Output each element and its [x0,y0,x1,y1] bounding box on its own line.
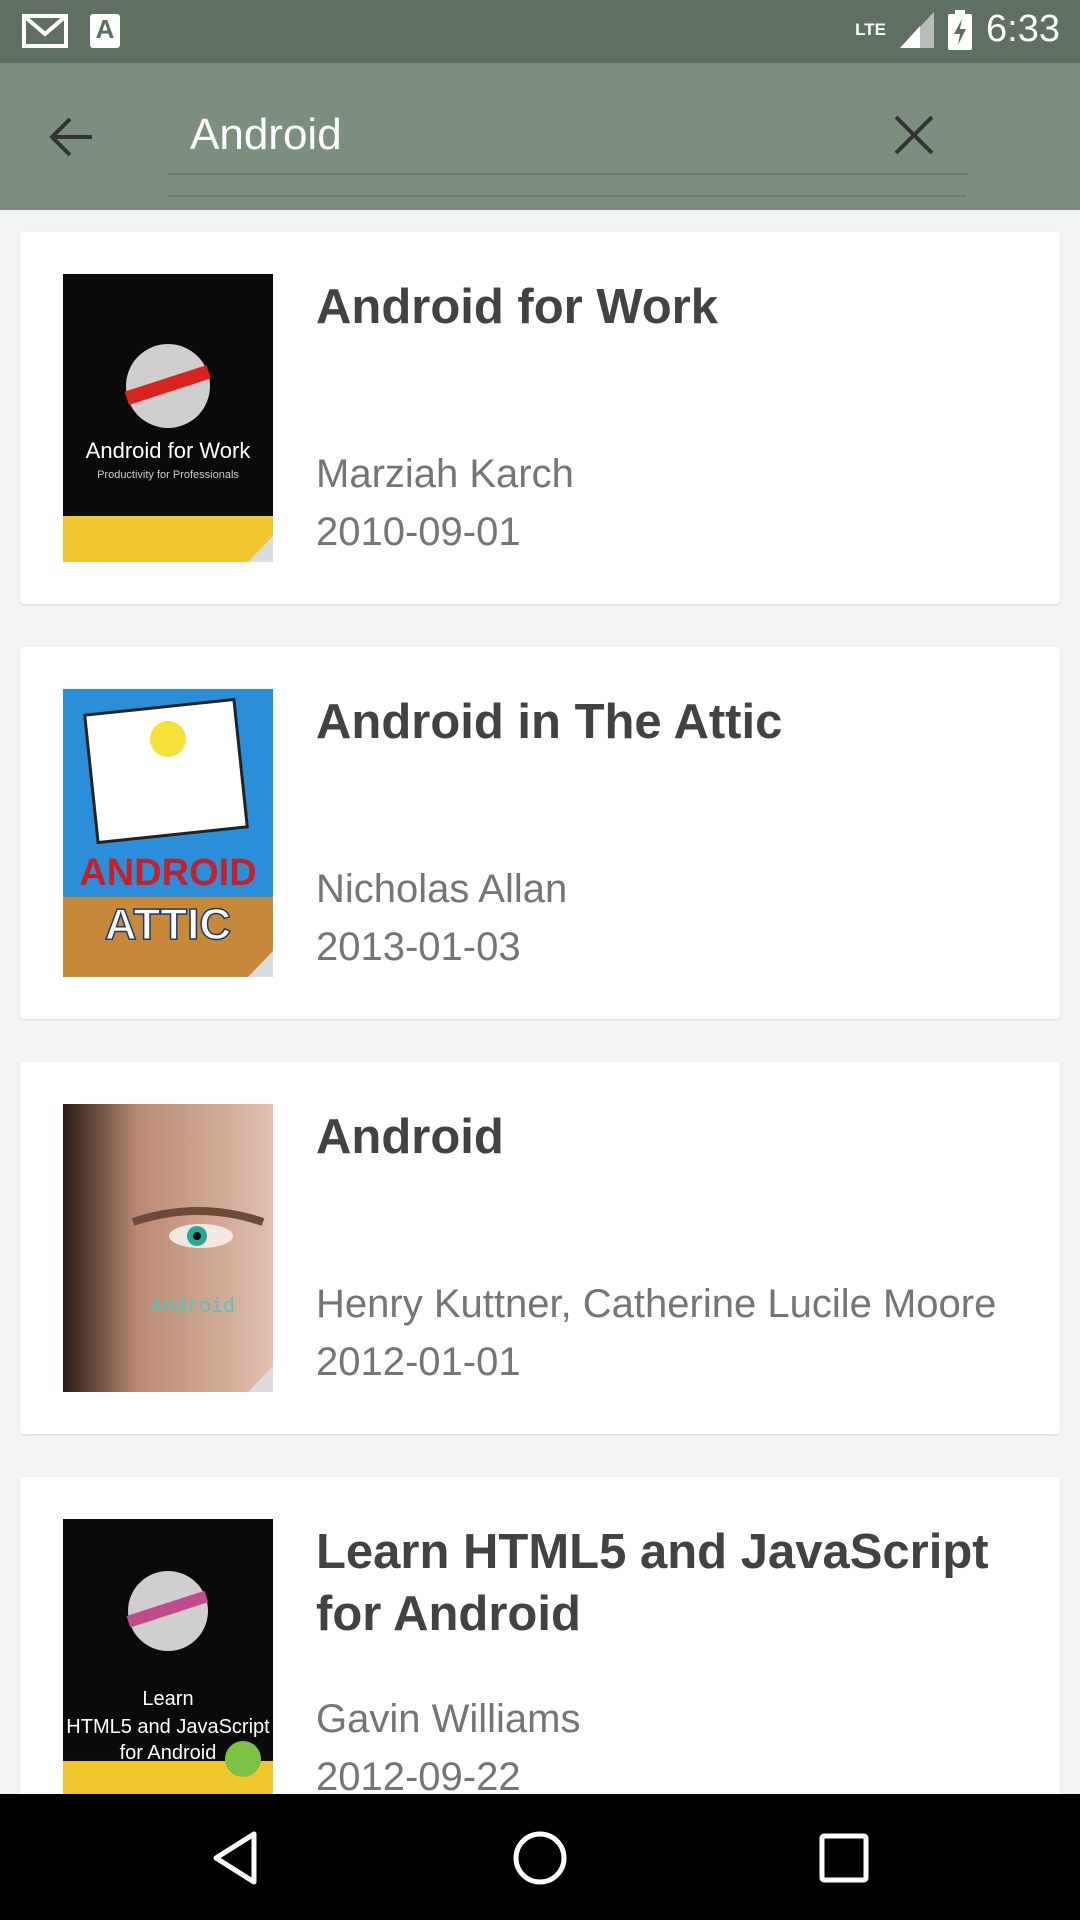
signal-icon [900,11,935,48]
status-bar: A LTE 6:33 [0,0,1080,63]
nav-recents-icon[interactable] [812,1826,876,1890]
book-author: Henry Kuttner, Catherine Lucile Moore [316,1282,997,1326]
book-author: Gavin Williams [316,1697,581,1741]
a-notification-icon: A [90,14,120,48]
cover-title: Android [151,1296,235,1319]
svg-text:for Android: for Android [120,1742,217,1764]
battery-charging-icon [948,9,973,50]
clock: 6:33 [986,8,1060,50]
book-title: Android [316,1110,504,1164]
book-cover: Android [63,1104,273,1392]
book-card[interactable]: Android Android Henry Kuttner, Catherine… [20,1062,1060,1434]
navigation-bar [0,1794,1080,1920]
arrow-left-icon[interactable] [44,109,100,165]
nav-home-icon[interactable] [508,1826,572,1890]
results-list[interactable]: Android for Work Productivity for Profes… [0,210,1080,1794]
book-cover: Learn HTML5 and JavaScript for Android [63,1519,273,1794]
book-date: 2012-01-01 [316,1340,521,1384]
svg-text:HTML5 and JavaScript: HTML5 and JavaScript [66,1716,270,1738]
cover-subtitle: ATTIC [105,900,231,949]
book-card[interactable]: Learn HTML5 and JavaScript for Android L… [20,1477,1060,1794]
gmail-icon [22,14,68,48]
book-author: Nicholas Allan [316,867,568,911]
book-title: Learn HTML5 and JavaScript for Android [316,1525,989,1641]
book-card[interactable]: ANDROID ATTIC Android in The Attic Nicho… [20,647,1060,1019]
cover-subtitle: Productivity for Professionals [97,469,239,481]
search-underline [168,195,966,197]
svg-text:Learn: Learn [142,1688,193,1710]
book-cover: ANDROID ATTIC [63,689,273,977]
book-date: 2012-09-22 [316,1755,521,1794]
close-icon[interactable] [886,107,942,163]
nav-back-icon[interactable] [204,1826,268,1890]
book-author: Marziah Karch [316,452,574,496]
book-title: Android for Work [316,280,718,334]
search-app-bar [0,63,1080,210]
network-type: LTE [855,19,887,39]
cover-title: ANDROID [79,852,256,894]
search-input[interactable] [168,103,968,175]
book-date: 2013-01-03 [316,925,521,969]
cover-title: Android for Work [86,438,252,463]
book-title: Android in The Attic [316,695,783,749]
book-cover: Android for Work Productivity for Profes… [63,274,273,562]
book-date: 2010-09-01 [316,510,521,554]
book-card[interactable]: Android for Work Productivity for Profes… [20,232,1060,604]
